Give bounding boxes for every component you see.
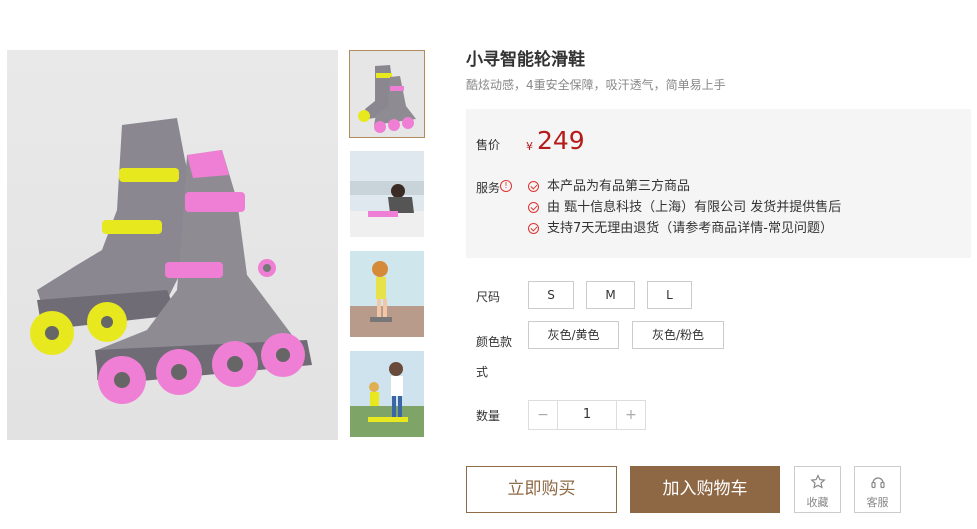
price-currency: ¥ [526,140,533,153]
size-option-s[interactable]: S [528,281,574,309]
size-label: 尺码 [476,290,501,304]
size-option-m[interactable]: M [586,281,635,309]
customer-service-button[interactable]: 客服 [854,466,901,513]
price-panel: 售价 ¥ 249 服务 ! 本产品为有品第三方商品 由 甄十信息科技（上海）有限… [466,109,971,258]
quantity-value[interactable]: 1 [557,401,617,429]
size-option-l[interactable]: L [647,281,692,309]
product-main-image [7,50,338,440]
star-icon [810,474,826,489]
favorite-button[interactable]: 收藏 [794,466,841,513]
thumbnail-children-pair[interactable] [349,350,425,438]
add-to-cart-button[interactable]: 加入购物车 [630,466,780,513]
check-circle-icon [528,181,539,192]
favorite-label: 收藏 [806,496,829,509]
color-option-gray-yellow[interactable]: 灰色/黄色 [528,321,619,349]
quantity-decrease-button[interactable]: − [529,401,557,429]
quantity-increase-button[interactable]: + [617,401,645,429]
quantity-label: 数量 [476,409,501,423]
quantity-stepper: − 1 + [528,400,646,430]
thumbnail-child-lying[interactable] [349,150,425,238]
service-item: 支持7天无理由退货（请参考商品详情-常见问题） [528,218,841,239]
check-circle-icon [528,223,539,234]
product-subtitle: 酷炫动感，4重安全保障，吸汗透气，简单易上手 [466,78,726,92]
thumbnail-skates[interactable] [349,50,425,138]
headset-icon [871,477,885,489]
buy-now-button[interactable]: 立即购买 [466,466,617,513]
product-title: 小寻智能轮滑鞋 [466,50,585,70]
color-option-gray-pink[interactable]: 灰色/粉色 [632,321,724,349]
service-item: 本产品为有品第三方商品 [528,176,841,197]
info-icon[interactable]: ! [500,180,512,192]
customer-service-label: 客服 [866,496,889,509]
color-label: 颜色款式 [476,335,513,379]
service-list: 本产品为有品第三方商品 由 甄十信息科技（上海）有限公司 发货并提供售后 支持7… [528,176,841,239]
price-value: 249 [537,126,585,155]
service-item: 由 甄十信息科技（上海）有限公司 发货并提供售后 [528,197,841,218]
thumbnail-child-skating[interactable] [349,250,425,338]
check-circle-icon [528,202,539,213]
price-label: 售价 [476,138,501,152]
thumbnail-list [349,50,425,450]
service-label: 服务 [476,181,501,195]
